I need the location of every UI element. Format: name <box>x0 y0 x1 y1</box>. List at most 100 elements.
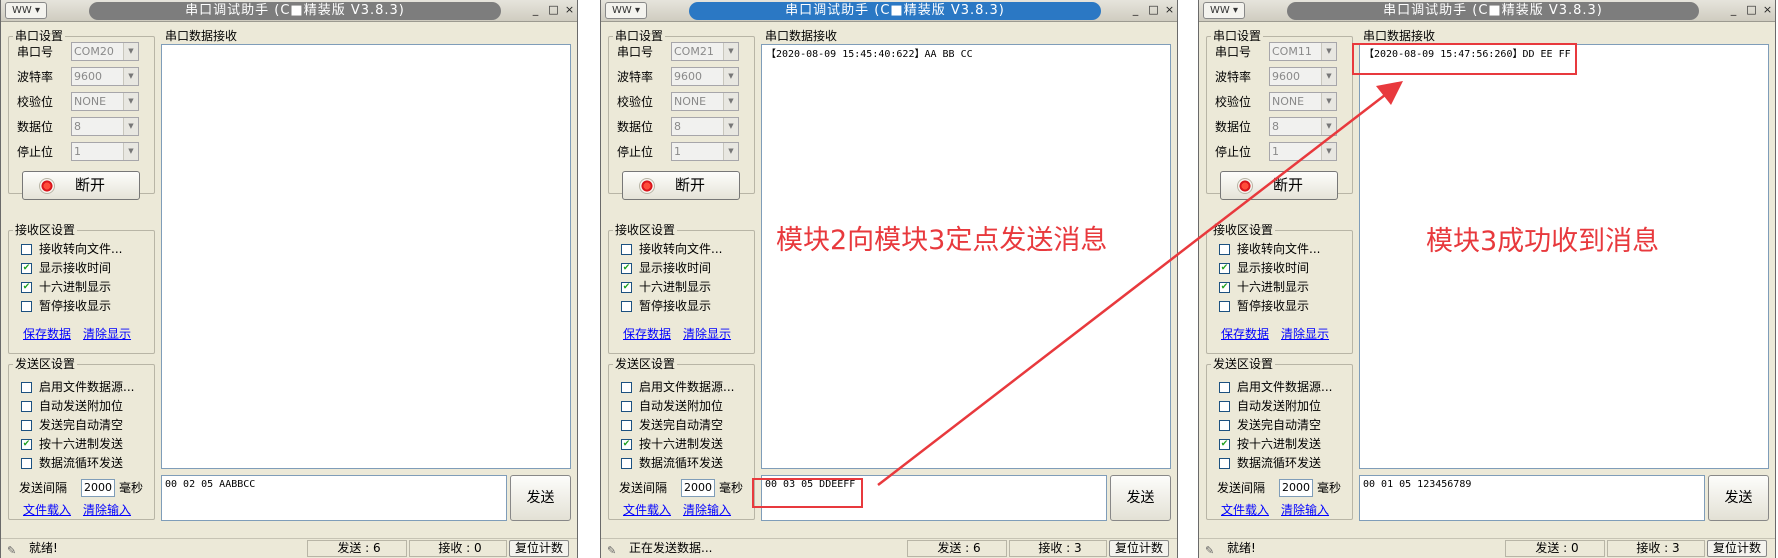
checkbox-box[interactable] <box>1219 244 1230 255</box>
checkbox-box[interactable]: ✔ <box>621 439 632 450</box>
chevron-down-icon[interactable]: ▼ <box>1321 118 1336 135</box>
save-data-link[interactable]: 保存数据 <box>23 326 71 342</box>
close-button[interactable]: × <box>1759 2 1775 19</box>
interval-input[interactable]: 2000 <box>1279 479 1313 497</box>
chevron-down-icon[interactable]: ▼ <box>123 43 138 60</box>
system-menu-button[interactable]: WW ▾ <box>605 2 647 19</box>
chevron-down-icon[interactable]: ▼ <box>723 118 738 135</box>
clear-input-link[interactable]: 清除输入 <box>683 502 731 518</box>
checkbox-box[interactable] <box>1219 401 1230 412</box>
load-file-link[interactable]: 文件载入 <box>623 502 671 518</box>
checkbox-box[interactable] <box>21 301 32 312</box>
minimize-button[interactable]: _ <box>1725 2 1742 19</box>
checkbox-box[interactable]: ✔ <box>621 263 632 274</box>
maximize-button[interactable]: □ <box>1743 2 1760 19</box>
chevron-down-icon[interactable]: ▼ <box>123 143 138 160</box>
chevron-down-icon[interactable]: ▼ <box>723 143 738 160</box>
clear-input-link[interactable]: 清除输入 <box>83 502 131 518</box>
checkbox-box[interactable] <box>21 244 32 255</box>
baud-select[interactable]: 9600 ▼ <box>1269 67 1337 86</box>
reset-count-button[interactable]: 复位计数 <box>1109 540 1169 557</box>
checkbox-box[interactable] <box>21 401 32 412</box>
port-select[interactable]: COM20 ▼ <box>71 42 139 61</box>
hex-show-label: 十六进制显示 <box>639 280 712 294</box>
checkbox-box[interactable]: ✔ <box>21 439 32 450</box>
chevron-down-icon[interactable]: ▼ <box>723 68 738 85</box>
clear-input-link[interactable]: 清除输入 <box>1281 502 1329 518</box>
checkbox-box[interactable] <box>621 458 632 469</box>
send-button[interactable]: 发送 <box>1110 475 1171 521</box>
send-button[interactable]: 发送 <box>510 475 571 521</box>
reset-count-button[interactable]: 复位计数 <box>1707 540 1767 557</box>
parity-select[interactable]: NONE ▼ <box>671 92 739 111</box>
checkbox-box[interactable] <box>1219 382 1230 393</box>
chevron-down-icon[interactable]: ▼ <box>723 43 738 60</box>
chevron-down-icon[interactable]: ▼ <box>723 93 738 110</box>
checkbox-box[interactable] <box>1219 301 1230 312</box>
reset-count-button[interactable]: 复位计数 <box>509 540 569 557</box>
close-button[interactable]: × <box>1161 2 1177 19</box>
chevron-down-icon[interactable]: ▼ <box>1321 43 1336 60</box>
disconnect-button[interactable]: 断开 <box>1220 171 1338 200</box>
chevron-down-icon[interactable]: ▼ <box>1321 68 1336 85</box>
send-button[interactable]: 发送 <box>1708 475 1769 521</box>
interval-input[interactable]: 2000 <box>681 479 715 497</box>
maximize-button[interactable]: □ <box>1145 2 1162 19</box>
port-select[interactable]: COM21 ▼ <box>671 42 739 61</box>
disconnect-button[interactable]: 断开 <box>622 171 740 200</box>
recv-textarea[interactable] <box>161 44 571 469</box>
databits-select[interactable]: 8 ▼ <box>671 117 739 136</box>
chevron-down-icon[interactable]: ▼ <box>1321 143 1336 160</box>
interval-input[interactable]: 2000 <box>81 479 115 497</box>
title-bar[interactable]: WW ▾ 串口调试助手 (C■精装版 V3.8.3) _ □ × <box>1 0 577 22</box>
disconnect-button[interactable]: 断开 <box>22 171 140 200</box>
clear-display-link[interactable]: 清除显示 <box>1281 326 1329 342</box>
checkbox-box[interactable] <box>21 458 32 469</box>
send-textarea[interactable]: 00 02 05 AABBCC <box>161 475 507 521</box>
checkbox-box[interactable] <box>21 382 32 393</box>
load-file-link[interactable]: 文件载入 <box>1221 502 1269 518</box>
databits-select[interactable]: 8 ▼ <box>71 117 139 136</box>
checkbox-box[interactable]: ✔ <box>621 282 632 293</box>
stopbits-select[interactable]: 1 ▼ <box>71 142 139 161</box>
clear-display-link[interactable]: 清除显示 <box>683 326 731 342</box>
system-menu-button[interactable]: WW ▾ <box>5 2 47 19</box>
port-select[interactable]: COM11 ▼ <box>1269 42 1337 61</box>
title-bar[interactable]: WW ▾ 串口调试助手 (C■精装版 V3.8.3) _ □ × <box>601 0 1177 22</box>
checkbox-box[interactable]: ✔ <box>1219 282 1230 293</box>
minimize-button[interactable]: _ <box>1127 2 1144 19</box>
close-button[interactable]: × <box>561 2 577 19</box>
baud-select[interactable]: 9600 ▼ <box>71 67 139 86</box>
save-data-link[interactable]: 保存数据 <box>1221 326 1269 342</box>
chevron-down-icon[interactable]: ▼ <box>1321 93 1336 110</box>
stopbits-select[interactable]: 1 ▼ <box>1269 142 1337 161</box>
minimize-button[interactable]: _ <box>527 2 544 19</box>
checkbox-box[interactable] <box>21 420 32 431</box>
checkbox-box[interactable]: ✔ <box>21 263 32 274</box>
checkbox-box[interactable] <box>621 401 632 412</box>
checkbox-box[interactable] <box>621 301 632 312</box>
databits-select[interactable]: 8 ▼ <box>1269 117 1337 136</box>
stopbits-select[interactable]: 1 ▼ <box>671 142 739 161</box>
checkbox-box[interactable] <box>1219 458 1230 469</box>
checkbox-box[interactable]: ✔ <box>21 282 32 293</box>
checkbox-box[interactable] <box>621 420 632 431</box>
chevron-down-icon[interactable]: ▼ <box>123 93 138 110</box>
chevron-down-icon[interactable]: ▼ <box>123 118 138 135</box>
checkbox-box[interactable] <box>621 382 632 393</box>
title-bar[interactable]: WW ▾ 串口调试助手 (C■精装版 V3.8.3) _ □ × <box>1199 0 1775 22</box>
checkbox-box[interactable] <box>621 244 632 255</box>
save-data-link[interactable]: 保存数据 <box>623 326 671 342</box>
parity-select[interactable]: NONE ▼ <box>1269 92 1337 111</box>
clear-display-link[interactable]: 清除显示 <box>83 326 131 342</box>
send-textarea[interactable]: 00 01 05 123456789 <box>1359 475 1705 521</box>
checkbox-box[interactable] <box>1219 420 1230 431</box>
maximize-button[interactable]: □ <box>545 2 562 19</box>
baud-select[interactable]: 9600 ▼ <box>671 67 739 86</box>
checkbox-box[interactable]: ✔ <box>1219 263 1230 274</box>
parity-select[interactable]: NONE ▼ <box>71 92 139 111</box>
chevron-down-icon[interactable]: ▼ <box>123 68 138 85</box>
system-menu-button[interactable]: WW ▾ <box>1203 2 1245 19</box>
checkbox-box[interactable]: ✔ <box>1219 439 1230 450</box>
load-file-link[interactable]: 文件载入 <box>23 502 71 518</box>
